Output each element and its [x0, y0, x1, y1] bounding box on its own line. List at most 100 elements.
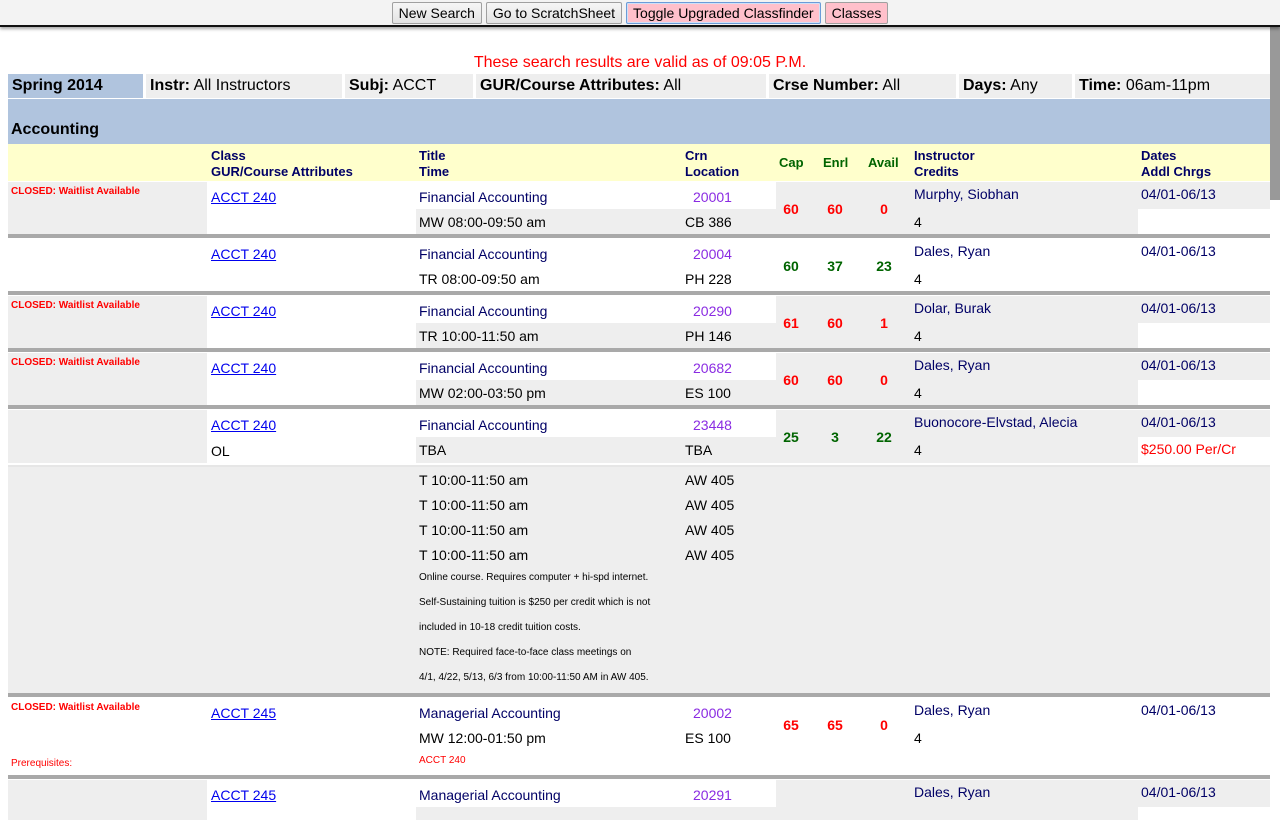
criteria-value: ACCT: [392, 77, 437, 94]
table-row: CLOSED: Waitlist Available ACCT 240 Financ…: [8, 296, 1270, 350]
course-link[interactable]: ACCT 245: [211, 787, 276, 803]
meeting-location: AW 405: [685, 547, 735, 563]
course-time: MW 08:00-09:50 am: [419, 214, 546, 230]
avail-value: 0: [880, 201, 888, 217]
criteria-label: Crse Number:: [773, 77, 879, 94]
header-title: Title Time: [419, 148, 449, 180]
scrollbar-thumb[interactable]: [1270, 27, 1280, 200]
toggle-classfinder-button[interactable]: Toggle Upgraded Classfinder: [626, 2, 821, 24]
prerequisite-value: ACCT 240: [419, 755, 466, 766]
header-crn: Crn Location: [685, 148, 739, 180]
course-link[interactable]: ACCT 240: [211, 417, 276, 433]
course-note: 4/1, 4/22, 5/13, 6/3 from 10:00-11:50 AM…: [419, 672, 649, 683]
criteria-course-number: Crse Number: All: [769, 74, 956, 98]
instructor-name: Dales, Ryan: [914, 243, 991, 259]
crn-link[interactable]: 20290: [693, 303, 732, 319]
table-row: CLOSED: Waitlist Available Prerequisites:…: [8, 698, 1270, 776]
row-bg-time: [416, 807, 682, 820]
prerequisites-label: Prerequisites:: [11, 758, 73, 769]
table-row: ACCT 245 Managerial Accounting 20291 Dales,…: [8, 780, 1270, 820]
crn-link[interactable]: 20682: [693, 360, 732, 376]
crn-link[interactable]: 20004: [693, 246, 732, 262]
credits-value: 4: [914, 730, 922, 746]
course-link[interactable]: ACCT 240: [211, 360, 276, 376]
instructor-name: Dales, Ryan: [914, 784, 991, 800]
credits-value: 4: [914, 328, 922, 344]
course-link[interactable]: ACCT 240: [211, 189, 276, 205]
term-label: Spring 2014: [8, 74, 143, 98]
course-dates: 04/01-06/13: [1141, 784, 1216, 800]
course-location: PH 146: [685, 328, 732, 344]
avail-value: 0: [880, 717, 888, 733]
header-cap: Cap: [779, 155, 804, 170]
vertical-scrollbar[interactable]: [1270, 27, 1280, 800]
course-time: MW 02:00-03:50 pm: [419, 385, 546, 401]
criteria-value: All: [663, 77, 682, 94]
course-dates: 04/01-06/13: [1141, 186, 1216, 202]
course-title: Financial Accounting: [419, 360, 548, 376]
crn-link[interactable]: 20002: [693, 705, 732, 721]
cap-value: 60: [783, 201, 799, 217]
course-link[interactable]: ACCT 240: [211, 246, 276, 262]
criteria-label: Time:: [1079, 77, 1122, 94]
credits-value: 4: [914, 214, 922, 230]
course-title: Financial Accounting: [419, 303, 548, 319]
header-enrl: Enrl: [823, 155, 849, 170]
row-bg-crn: [682, 807, 776, 820]
classes-button[interactable]: Classes: [824, 2, 889, 24]
course-location: CB 386: [685, 214, 732, 230]
table-row: CLOSED: Waitlist Available ACCT 240 Financ…: [8, 182, 1270, 236]
top-toolbar: New Search Go to ScratchSheet Toggle Upg…: [0, 0, 1280, 27]
criteria-time: Time: 06am-11pm: [1075, 74, 1270, 98]
row-bg-left: [8, 410, 207, 463]
criteria-gur: GUR/Course Attributes: All: [476, 74, 766, 98]
criteria-label: Instr:: [150, 77, 190, 94]
row-separator: [8, 234, 1270, 238]
instructor-name: Dales, Ryan: [914, 357, 991, 373]
header-class: Class GUR/Course Attributes: [211, 148, 353, 180]
header-credits-label: Credits: [914, 164, 959, 179]
course-attribute: OL: [211, 443, 230, 459]
meeting-time: T 10:00-11:50 am: [419, 547, 529, 563]
course-link[interactable]: ACCT 240: [211, 303, 276, 319]
header-title-label: Title: [419, 148, 446, 163]
row-separator: [8, 693, 1270, 697]
header-addl-label: Addl Chrgs: [1141, 164, 1212, 179]
meeting-location: AW 405: [685, 472, 735, 488]
meeting-time: T 10:00-11:50 am: [419, 497, 529, 513]
course-dates: 04/01-06/13: [1141, 702, 1216, 718]
credits-value: 4: [914, 442, 922, 458]
course-time: TR 08:00-09:50 am: [419, 271, 540, 287]
header-dates-label: Dates: [1141, 148, 1177, 163]
header-crn-label: Crn: [685, 148, 708, 163]
row-separator: [8, 775, 1270, 779]
new-search-button[interactable]: New Search: [391, 2, 482, 24]
cap-value: 65: [783, 717, 799, 733]
instructor-name: Dales, Ryan: [914, 702, 991, 718]
course-location: ES 100: [685, 730, 731, 746]
header-dates: Dates Addl Chrgs: [1141, 148, 1211, 180]
avail-value: 0: [880, 372, 888, 388]
row-separator: [8, 465, 1270, 467]
course-dates: 04/01-06/13: [1141, 243, 1216, 259]
cap-value: 25: [783, 429, 799, 445]
criteria-value: All: [882, 77, 901, 94]
enrl-value: 3: [831, 429, 839, 445]
enrl-value: 65: [827, 717, 843, 733]
course-dates: 04/01-06/13: [1141, 414, 1216, 430]
crn-link[interactable]: 23448: [693, 417, 732, 433]
course-time: MW 12:00-01:50 pm: [419, 730, 546, 746]
course-time: TBA: [419, 442, 447, 458]
header-class-label: Class: [211, 148, 246, 163]
course-title: Financial Accounting: [419, 189, 548, 205]
row-bg-left: [8, 780, 207, 820]
course-link[interactable]: ACCT 245: [211, 705, 276, 721]
scratchsheet-button[interactable]: Go to ScratchSheet: [485, 2, 623, 24]
crn-link[interactable]: 20001: [693, 189, 732, 205]
enrl-value: 60: [827, 201, 843, 217]
course-time: TR 10:00-11:50 am: [419, 328, 539, 344]
crn-link[interactable]: 20291: [693, 787, 732, 803]
status-badge: CLOSED: Waitlist Available: [11, 357, 140, 368]
table-row: ACCT 240 OL Financial Accounting TBA 23448 TB…: [8, 410, 1270, 463]
criteria-days: Days: Any: [959, 74, 1072, 98]
